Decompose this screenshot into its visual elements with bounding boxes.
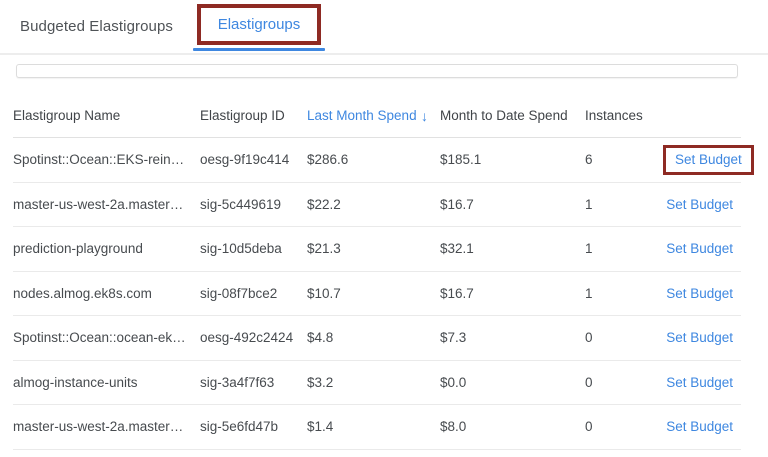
elastigroups-table: Elastigroup Name Elastigroup ID Last Mon… bbox=[13, 94, 741, 450]
tabbar-divider bbox=[0, 53, 768, 55]
month-to-date-spend-value: $0.0 bbox=[440, 375, 585, 390]
elastigroup-name: Spotinst::Ocean::ocean-eks… bbox=[13, 330, 200, 345]
elastigroup-name: master-us-west-2a.masters… bbox=[13, 419, 200, 434]
month-to-date-spend-value: $185.1 bbox=[440, 152, 585, 167]
elastigroup-id: sig-3a4f7f63 bbox=[200, 375, 307, 390]
set-budget-link[interactable]: Set Budget bbox=[666, 330, 733, 345]
elastigroup-name: Spotinst::Ocean::EKS-reinv… bbox=[13, 152, 200, 167]
last-month-spend-value: $4.8 bbox=[307, 330, 440, 345]
instances-value: 0 bbox=[585, 419, 663, 434]
tab-bar: Budgeted Elastigroups Elastigroups bbox=[0, 0, 768, 54]
active-tab-underline bbox=[193, 48, 325, 51]
set-budget-link[interactable]: Set Budget bbox=[666, 197, 733, 212]
set-budget-highlight-box: Set Budget bbox=[663, 145, 754, 175]
elastigroups-budget-page: Budgeted Elastigroups Elastigroups Elast… bbox=[0, 0, 768, 457]
set-budget-link[interactable]: Set Budget bbox=[675, 152, 742, 167]
table-row: almog-instance-units sig-3a4f7f63 $3.2 $… bbox=[13, 361, 741, 406]
month-to-date-spend-value: $7.3 bbox=[440, 330, 585, 345]
last-month-spend-value: $3.2 bbox=[307, 375, 440, 390]
elastigroup-name: master-us-west-2a.masters… bbox=[13, 197, 200, 212]
col-header-last-month-spend[interactable]: Last Month Spend ↓ bbox=[307, 108, 440, 124]
instances-value: 6 bbox=[585, 152, 663, 167]
month-to-date-spend-value: $16.7 bbox=[440, 197, 585, 212]
elastigroup-id: sig-10d5deba bbox=[200, 241, 307, 256]
table-row: Spotinst::Ocean::ocean-eks… oesg-492c242… bbox=[13, 316, 741, 361]
table-header-row: Elastigroup Name Elastigroup ID Last Mon… bbox=[13, 94, 741, 138]
col-header-elastigroup-name[interactable]: Elastigroup Name bbox=[13, 108, 200, 123]
instances-value: 1 bbox=[585, 197, 663, 212]
table-row: prediction-playground sig-10d5deba $21.3… bbox=[13, 227, 741, 272]
last-month-spend-value: $1.4 bbox=[307, 419, 440, 434]
last-month-spend-value: $10.7 bbox=[307, 286, 440, 301]
instances-value: 1 bbox=[585, 241, 663, 256]
last-month-spend-value: $21.3 bbox=[307, 241, 440, 256]
elastigroup-id: oesg-9f19c414 bbox=[200, 152, 307, 167]
set-budget-link[interactable]: Set Budget bbox=[666, 419, 733, 434]
set-budget-link[interactable]: Set Budget bbox=[666, 286, 733, 301]
sort-descending-icon[interactable]: ↓ bbox=[421, 108, 430, 124]
set-budget-link[interactable]: Set Budget bbox=[666, 241, 733, 256]
elastigroup-id: sig-5c449619 bbox=[200, 197, 307, 212]
tab-budgeted-elastigroups[interactable]: Budgeted Elastigroups bbox=[20, 0, 173, 53]
table-row: master-us-west-2a.masters… sig-5c449619 … bbox=[13, 183, 741, 228]
instances-value: 1 bbox=[585, 286, 663, 301]
col-header-last-month-spend-label: Last Month Spend bbox=[307, 108, 417, 123]
col-header-elastigroup-id[interactable]: Elastigroup ID bbox=[200, 108, 307, 123]
table-row: nodes.almog.ek8s.com sig-08f7bce2 $10.7 … bbox=[13, 272, 741, 317]
elastigroup-id: sig-08f7bce2 bbox=[200, 286, 307, 301]
month-to-date-spend-value: $16.7 bbox=[440, 286, 585, 301]
month-to-date-spend-value: $32.1 bbox=[440, 241, 585, 256]
set-budget-link[interactable]: Set Budget bbox=[666, 375, 733, 390]
instances-value: 0 bbox=[585, 330, 663, 345]
col-header-instances[interactable]: Instances bbox=[585, 108, 663, 123]
last-month-spend-value: $286.6 bbox=[307, 152, 440, 167]
elastigroup-name: prediction-playground bbox=[13, 241, 200, 256]
instances-value: 0 bbox=[585, 375, 663, 390]
table-row: Spotinst::Ocean::EKS-reinv… oesg-9f19c41… bbox=[13, 138, 741, 183]
elastigroup-name: nodes.almog.ek8s.com bbox=[13, 286, 200, 301]
elastigroup-id: oesg-492c2424 bbox=[200, 330, 307, 345]
col-header-month-to-date-spend[interactable]: Month to Date Spend bbox=[440, 108, 585, 123]
month-to-date-spend-value: $8.0 bbox=[440, 419, 585, 434]
filter-input[interactable] bbox=[16, 64, 738, 78]
last-month-spend-value: $22.2 bbox=[307, 197, 440, 212]
table-row: master-us-west-2a.masters… sig-5e6fd47b … bbox=[13, 405, 741, 450]
tab-elastigroups[interactable]: Elastigroups bbox=[197, 4, 321, 45]
elastigroup-id: sig-5e6fd47b bbox=[200, 419, 307, 434]
elastigroup-name: almog-instance-units bbox=[13, 375, 200, 390]
